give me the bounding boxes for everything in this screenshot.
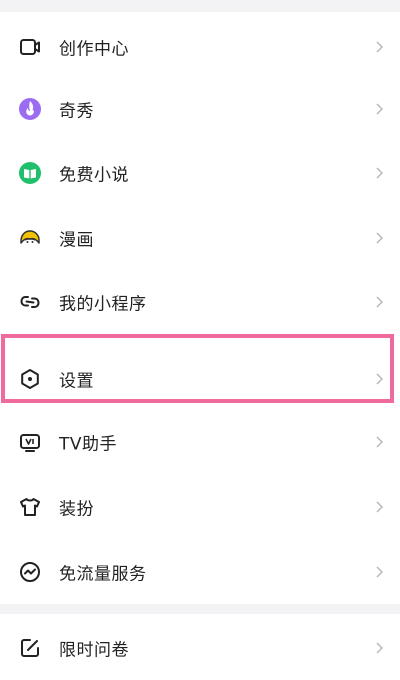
menu-item-label: TV助手: [59, 434, 118, 455]
comic-icon: [18, 226, 42, 250]
qixiu-icon: [18, 97, 42, 121]
chevron-right-icon: [376, 103, 384, 115]
menu-item-mini-program[interactable]: 我的小程序: [0, 271, 400, 333]
settings-menu-screen: 创作中心 奇秀 免费小说 漫画 我的小程序 设置 TV助手 装扮 免流量服务 限…: [0, 0, 400, 680]
survey-icon: [18, 636, 42, 660]
chevron-right-icon: [376, 167, 384, 179]
menu-item-label: 免费小说: [59, 165, 129, 186]
chevron-right-icon: [376, 436, 384, 448]
dress-up-icon: [18, 495, 42, 519]
menu-item-label: 我的小程序: [59, 294, 147, 315]
chevron-right-icon: [376, 373, 384, 385]
section-divider-top: [0, 0, 400, 12]
menu-item-label: 奇秀: [59, 101, 94, 122]
chevron-right-icon: [376, 296, 384, 308]
menu-item-label: 免流量服务: [59, 564, 147, 585]
tv-assistant-icon: [18, 430, 42, 454]
menu-item-tv-assistant[interactable]: TV助手: [0, 411, 400, 473]
menu-item-qixiu[interactable]: 奇秀: [0, 78, 400, 140]
menu-item-comic[interactable]: 漫画: [0, 207, 400, 269]
menu-item-label: 漫画: [59, 230, 94, 251]
chevron-right-icon: [376, 232, 384, 244]
data-free-icon: [18, 560, 42, 584]
free-novel-icon: [18, 161, 42, 185]
menu-item-free-novel[interactable]: 免费小说: [0, 142, 400, 204]
settings-icon: [18, 367, 42, 391]
chevron-right-icon: [376, 501, 384, 513]
chevron-right-icon: [376, 642, 384, 654]
creation-center-icon: [18, 35, 42, 59]
menu-item-label: 限时问卷: [59, 640, 129, 661]
menu-item-settings[interactable]: 设置: [0, 348, 400, 410]
menu-item-label: 设置: [59, 371, 94, 392]
menu-item-dress-up[interactable]: 装扮: [0, 476, 400, 538]
chevron-right-icon: [376, 566, 384, 578]
menu-item-creation-center[interactable]: 创作中心: [0, 16, 400, 78]
menu-item-data-free[interactable]: 免流量服务: [0, 541, 400, 603]
menu-item-label: 装扮: [59, 499, 94, 520]
menu-item-survey[interactable]: 限时问卷: [0, 617, 400, 679]
section-divider: [0, 604, 400, 614]
mini-program-icon: [18, 290, 42, 314]
menu-item-label: 创作中心: [59, 39, 129, 60]
chevron-right-icon: [376, 41, 384, 53]
